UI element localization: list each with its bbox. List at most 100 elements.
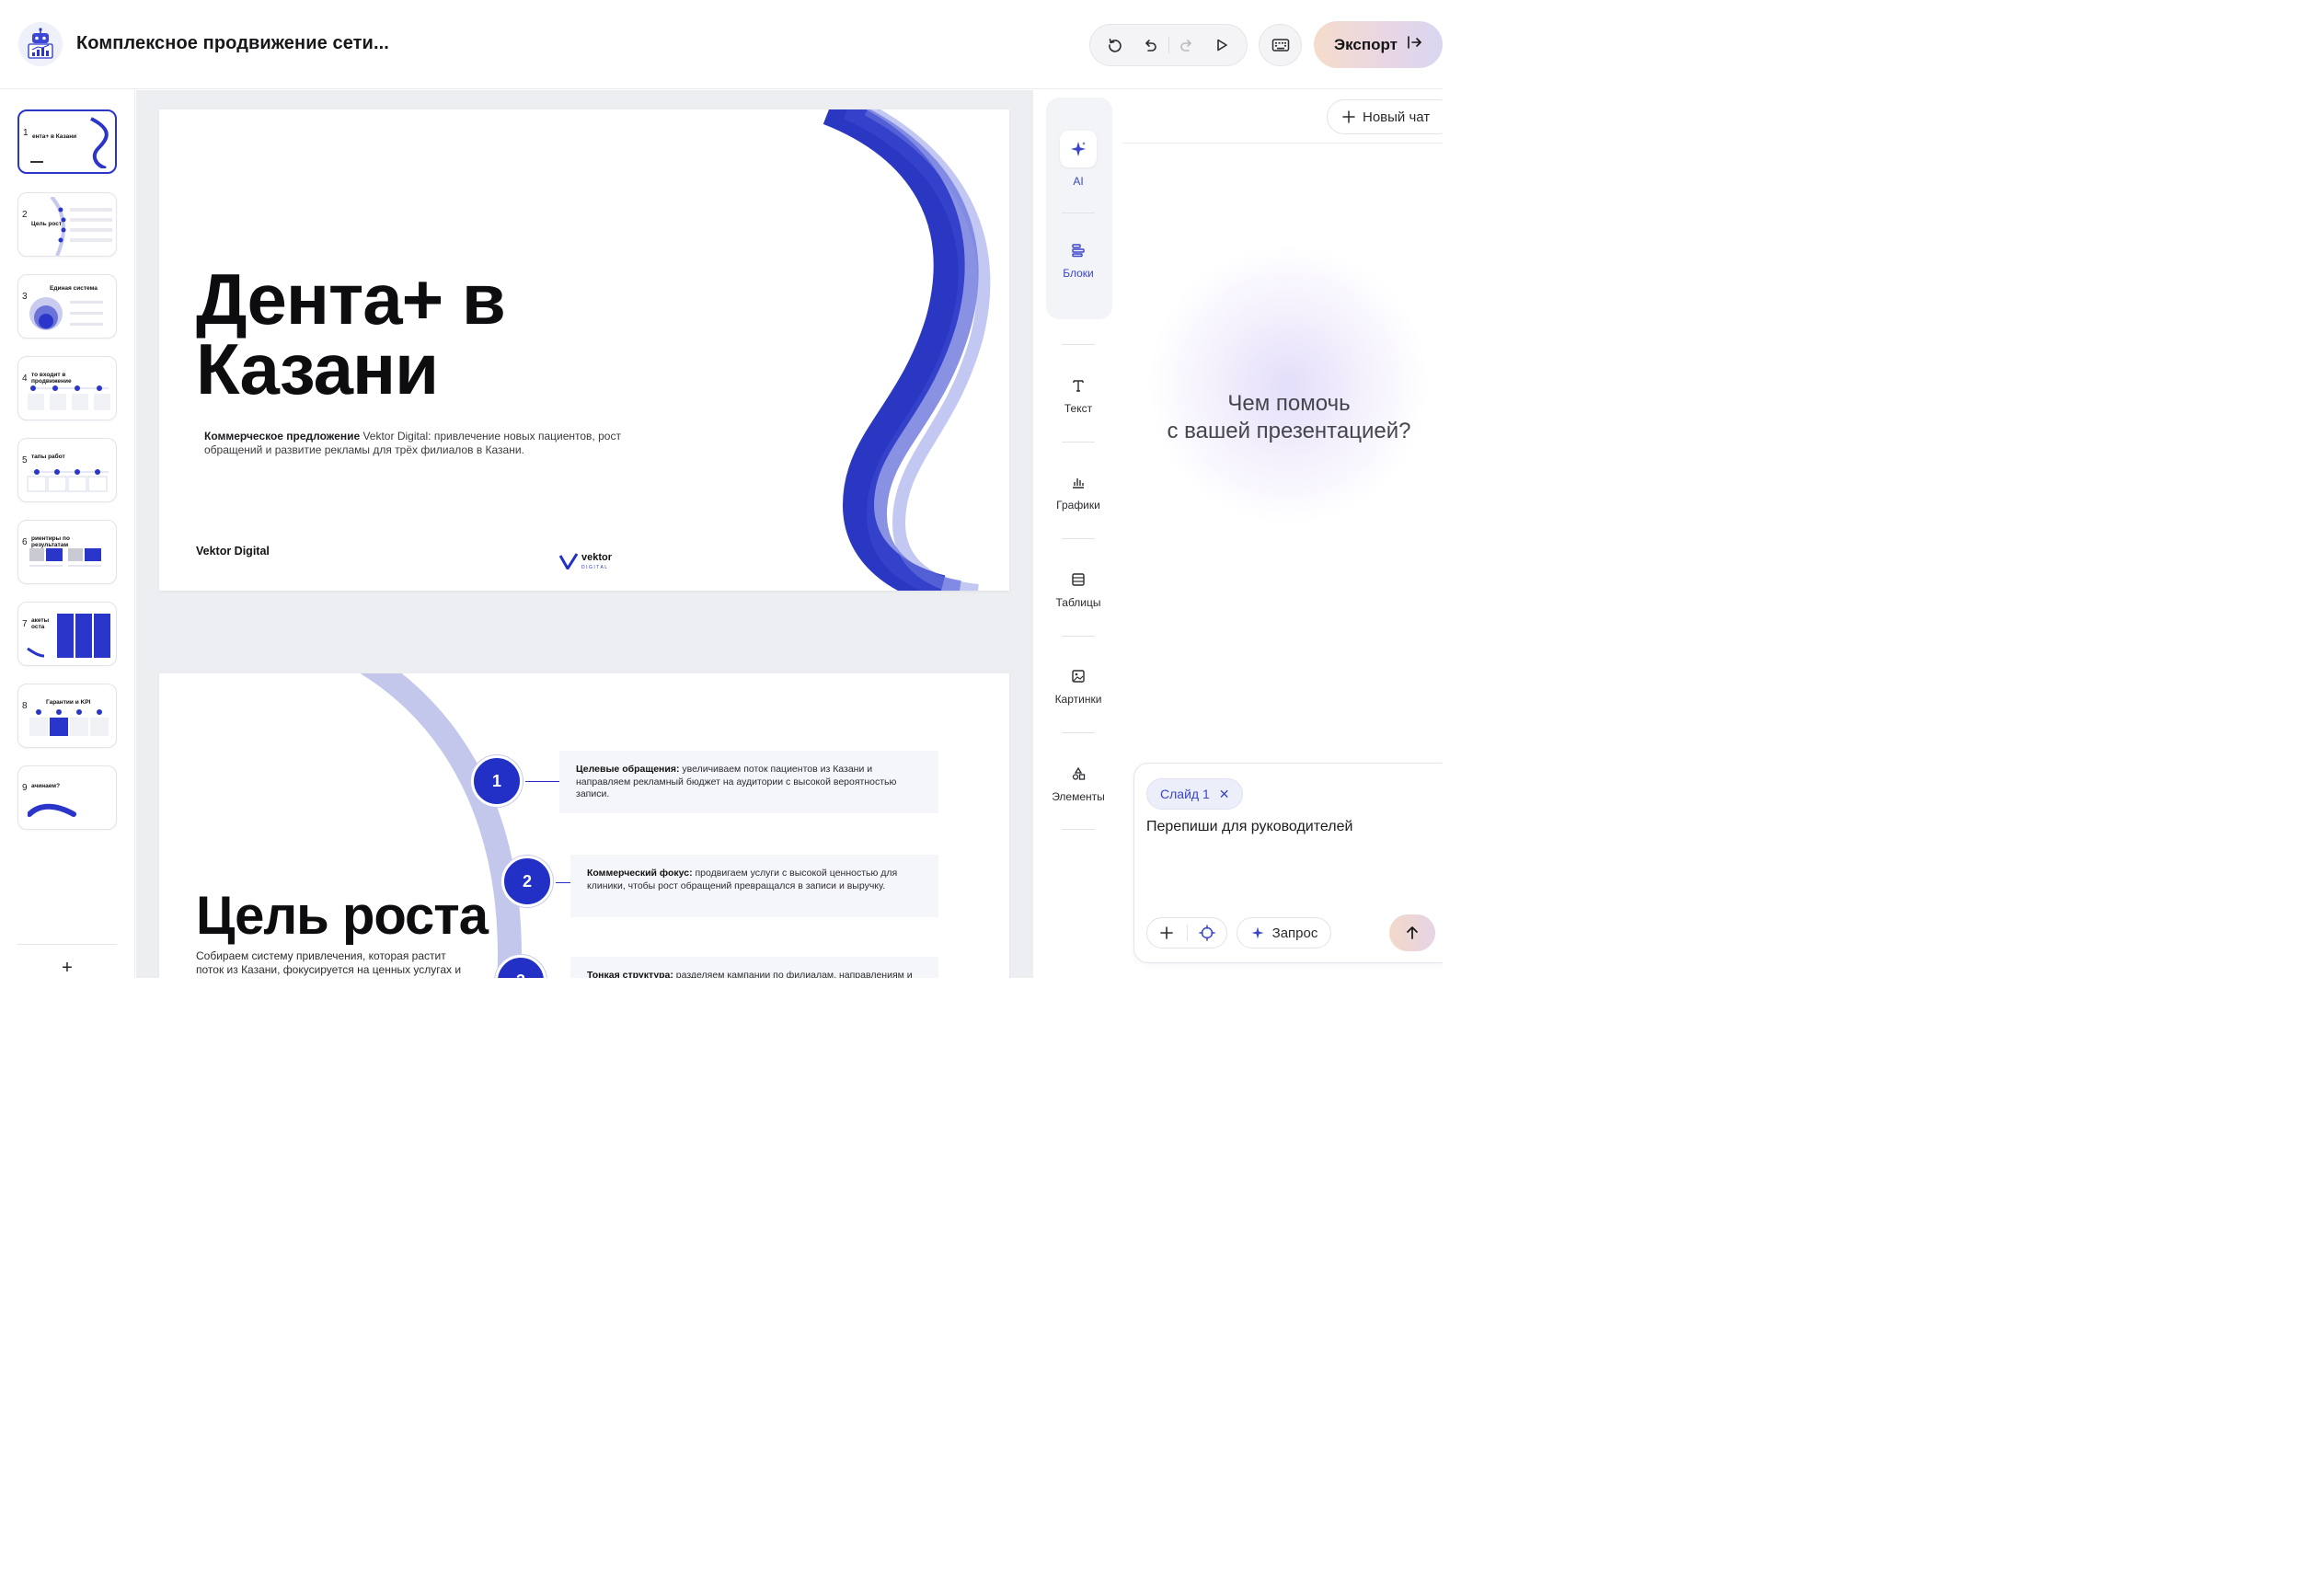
step-number: 1 <box>471 755 523 807</box>
slide-thumb-5[interactable]: 5 тапы работ <box>17 438 117 502</box>
kpi-decoration <box>29 709 109 736</box>
tool-text[interactable]: Текст <box>1034 378 1122 415</box>
send-button[interactable] <box>1389 914 1435 951</box>
chip-label: Слайд 1 <box>1160 787 1210 801</box>
slide-thumb-2[interactable]: 2 Цель роста <box>17 192 117 257</box>
tool-ai[interactable]: AI <box>1034 131 1122 188</box>
greeting-line: Чем помочь <box>1227 391 1351 416</box>
tool-charts[interactable]: Графики <box>1034 475 1122 512</box>
document-title[interactable]: Комплексное продвижение сети... <box>76 33 389 54</box>
glow-decoration <box>1150 247 1426 523</box>
vektor-logo[interactable]: vektor DIGITAL <box>559 553 612 570</box>
slide-2[interactable]: 1 Целевые обращения: увеличиваем поток п… <box>159 673 1009 978</box>
logo-word: vektor <box>581 552 613 563</box>
slide-thumb-6[interactable]: 6 риентиры по результатам <box>17 520 117 584</box>
top-bar: Комплексное продвижение сети... Экспорт <box>0 0 1443 89</box>
new-chat-button[interactable]: Новый чат <box>1327 99 1443 134</box>
context-chip[interactable]: Слайд 1 ✕ <box>1146 778 1244 810</box>
wave-decoration <box>823 109 991 591</box>
tool-label: Картинки <box>1054 693 1102 706</box>
goal-card[interactable]: Целевые обращения: увеличиваем поток пац… <box>559 751 938 813</box>
slide-thumb-3[interactable]: 3 Единая система <box>17 274 117 339</box>
logo-sub: DIGITAL <box>581 565 609 570</box>
slide-number: 3 <box>22 292 28 302</box>
reset-icon[interactable] <box>1098 28 1133 63</box>
query-button[interactable]: Запрос <box>1237 917 1331 948</box>
close-icon[interactable]: ✕ <box>1219 787 1230 802</box>
redo-icon[interactable] <box>1168 28 1203 63</box>
slide-number: 8 <box>22 701 28 711</box>
card-bold: Целевые обращения: <box>576 764 680 775</box>
add-slide-icon[interactable]: + <box>58 959 76 977</box>
timeline-decoration <box>50 197 112 256</box>
slide-title-line: Дента+ в <box>196 259 506 339</box>
goal-card[interactable]: Коммерческий фокус: продвигаем услуги с … <box>570 855 938 917</box>
step-number: 2 <box>501 856 553 907</box>
steps-decoration <box>28 385 110 410</box>
tool-blocks[interactable]: Блоки <box>1034 243 1122 280</box>
tools-divider <box>1062 538 1095 539</box>
thumb-footer-line <box>30 161 43 163</box>
card-text: разделяем кампании по филиалам, направле… <box>673 970 913 978</box>
slide-thumb-9[interactable]: 9 ачинаем? <box>17 765 117 830</box>
keyboard-icon[interactable] <box>1259 24 1302 66</box>
chat-composer[interactable]: Слайд 1 ✕ Перепиши для руководителей Зап… <box>1133 763 1443 963</box>
tool-label: AI <box>1073 175 1084 188</box>
play-icon[interactable] <box>1204 28 1239 63</box>
text-icon <box>1073 380 1084 392</box>
slide-number: 1 <box>23 128 29 138</box>
wave-decoration <box>28 803 76 817</box>
goal-card[interactable]: Тонкая структура: разделяем кампании по … <box>570 957 938 978</box>
slide-title-line: Казани <box>196 328 439 409</box>
slide-thumb-7[interactable]: 7 акеты оста <box>17 602 117 666</box>
slide-number: 9 <box>22 783 28 793</box>
query-label: Запрос <box>1271 925 1318 941</box>
slide-thumb-4[interactable]: 4 то входит в продвижение <box>17 356 117 420</box>
chart-icon <box>1073 478 1084 489</box>
slide-thumb-title: ачинаем? <box>31 783 61 789</box>
slide-thumb-8[interactable]: 8 Гарантии и KPI <box>17 684 117 748</box>
tools-divider <box>1062 442 1095 443</box>
add-attachment-icon[interactable] <box>1147 917 1187 948</box>
tool-images[interactable]: Картинки <box>1034 669 1122 706</box>
slide-subtitle[interactable]: Собираем систему привлечения, которая ра… <box>196 949 472 977</box>
tool-tables[interactable]: Таблицы <box>1034 572 1122 609</box>
vektor-v-icon <box>559 553 578 569</box>
target-icon[interactable] <box>1187 917 1226 948</box>
connector-line <box>525 781 559 782</box>
export-label: Экспорт <box>1334 35 1398 53</box>
tool-label: Текст <box>1064 402 1093 415</box>
slide-title[interactable]: Цель роста <box>196 885 489 947</box>
slide-subtitle[interactable]: Коммерческое предложение Vektor Digital:… <box>204 430 627 457</box>
image-icon <box>1072 670 1085 683</box>
card-bold: Коммерческий фокус: <box>587 868 693 879</box>
wave-decoration <box>90 117 109 168</box>
tool-label: Элементы <box>1052 790 1105 803</box>
chat-header: Новый чат <box>1122 90 1443 144</box>
composer-actions <box>1146 917 1227 948</box>
tool-label: Блоки <box>1063 267 1094 280</box>
connector-line <box>556 882 570 883</box>
slide-thumb-1[interactable]: 1 ента+ в Казани <box>17 109 117 174</box>
slide-thumb-title: Гарантии и KPI <box>46 699 91 706</box>
tool-label: Графики <box>1056 499 1100 512</box>
sparkle-icon <box>1060 131 1097 167</box>
tool-label: Таблицы <box>1055 596 1101 609</box>
slide-footer[interactable]: Vektor Digital <box>196 545 270 558</box>
export-button[interactable]: Экспорт <box>1314 21 1443 68</box>
slide-title[interactable]: Дента+ в Казани <box>196 259 506 409</box>
app-logo-icon[interactable] <box>18 22 63 66</box>
slide-number: 6 <box>22 537 28 547</box>
packages-decoration <box>27 614 110 658</box>
shapes-icon <box>1072 766 1086 780</box>
ai-chat-panel: Новый чат Чем помочь с вашей презентацие… <box>1122 90 1443 978</box>
prompt-input[interactable]: Перепиши для руководителей <box>1146 819 1352 835</box>
tool-elements[interactable]: Элементы <box>1034 766 1122 803</box>
slide-1[interactable]: Дента+ в Казани Коммерческое предложение… <box>159 109 1009 591</box>
undo-icon[interactable] <box>1133 28 1168 63</box>
plus-icon <box>1342 110 1355 123</box>
sparkle-icon <box>1251 926 1264 939</box>
export-icon <box>1407 35 1423 54</box>
blocks-icon <box>1072 244 1085 258</box>
arrow-up-icon <box>1407 926 1418 939</box>
